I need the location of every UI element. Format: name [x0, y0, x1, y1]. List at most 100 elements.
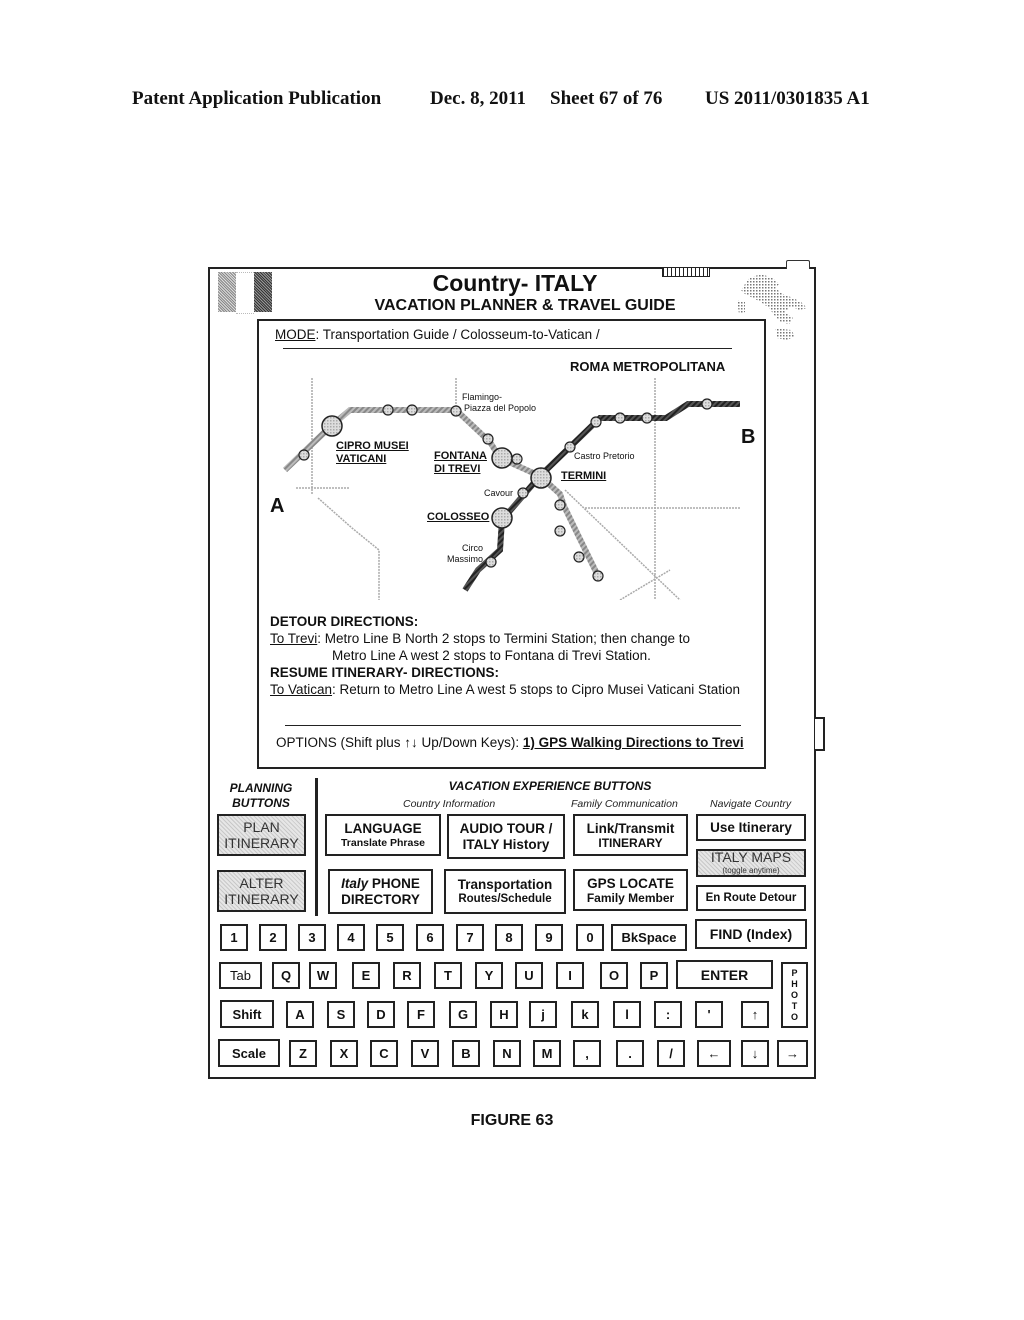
button-label: PLAN	[243, 819, 280, 835]
key-5[interactable]: 5	[376, 924, 404, 951]
panel-divider	[315, 778, 318, 916]
mode-value: : Transportation Guide / Colosseum-to-Va…	[315, 327, 600, 342]
key-z[interactable]: Z	[289, 1040, 317, 1067]
key-8[interactable]: 8	[495, 924, 523, 951]
key-n[interactable]: N	[493, 1040, 521, 1067]
key-h[interactable]: H	[490, 1001, 518, 1028]
italy-flag-red-band	[254, 272, 272, 312]
audio-tour-button[interactable]: AUDIO TOUR / ITALY History	[447, 814, 565, 859]
key-c[interactable]: C	[370, 1040, 398, 1067]
station-castro-pretorio[interactable]: Castro Pretorio	[574, 451, 635, 462]
key-w[interactable]: W	[309, 962, 337, 989]
key-slash[interactable]: /	[657, 1040, 685, 1067]
divider	[285, 725, 741, 726]
backspace-key[interactable]: BkSpace	[611, 924, 687, 951]
button-label: DIRECTORY	[341, 891, 420, 907]
station-label-line: Circo	[461, 543, 483, 553]
key-i[interactable]: I	[556, 962, 584, 989]
key-comma[interactable]: ,	[573, 1040, 601, 1067]
category-country-information: Country Information	[403, 798, 496, 810]
publication-date: Dec. 8, 2011	[430, 88, 527, 109]
key-a[interactable]: A	[286, 1001, 314, 1028]
transportation-button[interactable]: Transportation Routes/Schedule	[444, 869, 566, 914]
arrow-right-key[interactable]: →	[777, 1040, 808, 1067]
button-label: ITALY MAPS	[710, 848, 792, 865]
button-label: ITINERARY	[224, 891, 299, 907]
tab-key[interactable]: Tab	[219, 962, 262, 989]
arrow-up-key[interactable]: ↑	[741, 1001, 769, 1028]
italy-maps-button[interactable]: ITALY MAPS (toggle anytime)	[696, 849, 806, 877]
key-r[interactable]: R	[393, 962, 421, 989]
key-6[interactable]: 6	[416, 924, 444, 951]
key-o[interactable]: O	[600, 962, 628, 989]
key-m[interactable]: M	[533, 1040, 561, 1067]
side-button[interactable]	[815, 717, 825, 751]
station-colosseo[interactable]: COLOSSEO	[427, 511, 489, 524]
plan-itinerary-button[interactable]: PLAN ITINERARY	[217, 814, 306, 856]
enter-key[interactable]: ENTER	[676, 960, 773, 989]
key-v[interactable]: V	[411, 1040, 439, 1067]
key-g[interactable]: G	[449, 1001, 477, 1028]
en-route-detour-button[interactable]: En Route Detour	[696, 885, 806, 911]
arrow-down-key[interactable]: ↓	[741, 1040, 769, 1067]
key-9[interactable]: 9	[535, 924, 563, 951]
station-termini[interactable]: TERMINI	[561, 470, 606, 483]
shift-key[interactable]: Shift	[220, 1000, 274, 1028]
language-button[interactable]: LANGUAGE Translate Phrase	[325, 814, 441, 856]
figure-label: FIGURE 63	[470, 1112, 554, 1129]
detour-line-1: To Trevi: Metro Line B North 2 stops to …	[270, 631, 690, 646]
key-x[interactable]: X	[330, 1040, 358, 1067]
key-l[interactable]: l	[613, 1001, 641, 1028]
key-d[interactable]: D	[367, 1001, 395, 1028]
station-label-line: Flamingo-	[462, 392, 503, 402]
key-e[interactable]: E	[352, 962, 380, 989]
gps-locate-button[interactable]: GPS LOCATE Family Member	[573, 869, 688, 911]
key-b[interactable]: B	[452, 1040, 480, 1067]
directions-panel: DETOUR DIRECTIONS: To Trevi: Metro Line …	[270, 613, 760, 698]
key-apostrophe[interactable]: '	[695, 1001, 723, 1028]
key-j[interactable]: j	[529, 1001, 557, 1028]
key-f[interactable]: F	[407, 1001, 435, 1028]
key-period[interactable]: .	[616, 1040, 644, 1067]
key-p[interactable]: P	[640, 962, 668, 989]
scale-key[interactable]: Scale	[218, 1039, 280, 1067]
detour-line-2: Metro Line A west 2 stops to Fontana di …	[332, 648, 651, 663]
sheet-number: Sheet 67 of 76	[550, 88, 663, 109]
key-0[interactable]: 0	[576, 924, 604, 951]
button-label: Link/Transmit	[586, 820, 675, 836]
alter-itinerary-button[interactable]: ALTER ITINERARY	[217, 870, 306, 912]
link-transmit-itinerary-button[interactable]: Link/Transmit ITINERARY	[573, 814, 688, 856]
key-3[interactable]: 3	[298, 924, 326, 951]
key-4[interactable]: 4	[337, 924, 365, 951]
category-family-communication: Family Communication	[571, 798, 678, 810]
button-sublabel: Translate Phrase	[340, 836, 426, 849]
resume-destination: To Vatican	[270, 682, 333, 697]
key-1[interactable]: 1	[220, 924, 248, 951]
key-2[interactable]: 2	[259, 924, 287, 951]
key-q[interactable]: Q	[272, 962, 300, 989]
station-label-line: FONTANA	[434, 450, 487, 462]
mode-line: MODE: Transportation Guide / Colosseum-t…	[275, 327, 600, 342]
key-y[interactable]: Y	[475, 962, 503, 989]
key-s[interactable]: S	[327, 1001, 355, 1028]
station-circo-massimo[interactable]: Circo Massimo	[443, 543, 483, 565]
gps-walking-option-link[interactable]: 1) GPS Walking Directions to Trevi	[523, 735, 744, 750]
station-cipro-musei-vaticani[interactable]: CIPRO MUSEI VATICANI	[336, 440, 409, 466]
arrow-left-key[interactable]: ←	[697, 1040, 731, 1067]
use-itinerary-button[interactable]: Use Itinerary	[696, 814, 806, 841]
point-a-label: A	[270, 495, 285, 517]
station-fontana-di-trevi[interactable]: FONTANA DI TREVI	[434, 450, 487, 476]
key-colon[interactable]: :	[654, 1001, 682, 1028]
station-cavour[interactable]: Cavour	[484, 488, 513, 499]
button-label: ITALY History	[462, 836, 550, 852]
key-k[interactable]: k	[571, 1001, 599, 1028]
station-flaminio[interactable]: Flamingo- Piazza del Popolo	[462, 392, 536, 414]
key-u[interactable]: U	[515, 962, 543, 989]
key-7[interactable]: 7	[456, 924, 484, 951]
phone-directory-button[interactable]: Italy PHONE DIRECTORY	[328, 869, 433, 914]
find-index-button[interactable]: FIND (Index)	[695, 919, 807, 949]
power-button[interactable]	[786, 260, 810, 269]
photo-key[interactable]: PHOTO	[781, 962, 808, 1028]
key-t[interactable]: T	[434, 962, 462, 989]
station-label-line: Piazza del Popolo	[464, 403, 537, 413]
